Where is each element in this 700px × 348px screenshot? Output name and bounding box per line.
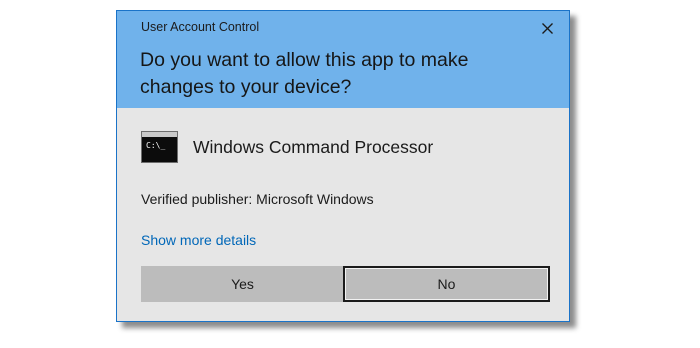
icon-titlebar <box>142 132 177 137</box>
icon-prompt-text: C:\_ <box>146 141 166 150</box>
app-info-row: C:\_ Windows Command Processor <box>141 131 433 163</box>
verified-publisher: Verified publisher: Microsoft Windows <box>141 191 374 207</box>
no-button[interactable]: No <box>343 266 550 302</box>
dialog-header: User Account Control Do you want to allo… <box>117 11 569 108</box>
close-button[interactable] <box>535 16 559 40</box>
dialog-question: Do you want to allow this app to make ch… <box>140 49 469 98</box>
command-prompt-icon: C:\_ <box>141 131 178 163</box>
close-icon <box>541 22 553 34</box>
yes-button[interactable]: Yes <box>141 266 344 302</box>
dialog-title: User Account Control <box>141 20 260 34</box>
app-name: Windows Command Processor <box>193 136 434 157</box>
show-more-details-link[interactable]: Show more details <box>141 232 256 248</box>
uac-dialog: User Account Control Do you want to allo… <box>116 10 570 322</box>
